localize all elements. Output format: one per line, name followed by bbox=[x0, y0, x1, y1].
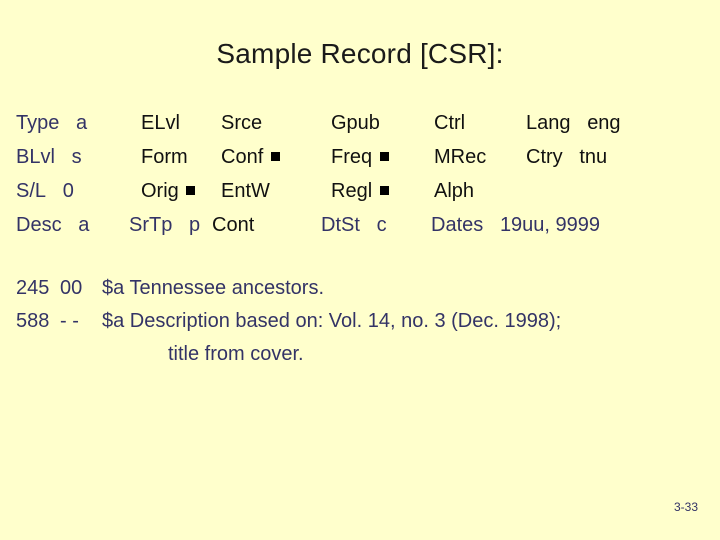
field-label: Desc bbox=[16, 214, 62, 236]
field-value: 19uu, 9999 bbox=[499, 214, 601, 236]
marc-tag: 588 bbox=[16, 310, 50, 332]
field-mrec: MRec bbox=[434, 140, 486, 174]
field-label: Alph bbox=[434, 180, 475, 202]
field-sl: S/L 0 bbox=[16, 174, 74, 208]
fixed-field-row: S/L 0 Orig EntW Regl Alph bbox=[16, 174, 706, 208]
field-label: Dates bbox=[431, 214, 484, 236]
field-label: Freq bbox=[331, 146, 373, 168]
field-desc: Desc a bbox=[16, 208, 89, 242]
blank-value-marker-icon bbox=[379, 186, 389, 195]
field-label: Ctrl bbox=[434, 112, 466, 134]
fixed-field-row: Type a ELvl Srce Gpub Ctrl Lang eng bbox=[16, 106, 706, 140]
marc-line-continuation: title from cover. bbox=[168, 343, 304, 365]
fixed-field-row: Desc a SrTp p Cont DtSt c Dates 19uu, 99… bbox=[16, 208, 706, 242]
field-label: BLvl bbox=[16, 146, 55, 168]
field-label: DtSt bbox=[321, 214, 360, 236]
field-freq: Freq bbox=[331, 140, 389, 174]
field-value: a bbox=[78, 214, 90, 236]
marc-indicators: - - bbox=[60, 310, 79, 332]
field-label: Cont bbox=[212, 214, 255, 236]
marc-line-245: 245 00 $a Tennessee ancestors. bbox=[16, 272, 706, 305]
marc-variable-fields: 245 00 $a Tennessee ancestors. 588 - - $a De… bbox=[16, 272, 706, 371]
marc-tag: 245 bbox=[16, 277, 50, 299]
fixed-field-block: Type a ELvl Srce Gpub Ctrl Lang eng BLvl… bbox=[16, 106, 706, 242]
field-label: SrTp bbox=[129, 214, 173, 236]
field-value: eng bbox=[587, 112, 621, 134]
field-elvl: ELvl bbox=[141, 106, 180, 140]
marc-subfield-text: $a Description based on: Vol. 14, no. 3 … bbox=[102, 310, 562, 332]
field-srtp: SrTp p bbox=[129, 208, 200, 242]
field-label: Regl bbox=[331, 180, 373, 202]
field-label: ELvl bbox=[141, 112, 180, 134]
field-orig: Orig bbox=[141, 174, 196, 208]
field-label: S/L bbox=[16, 180, 47, 202]
field-entw: EntW bbox=[221, 174, 270, 208]
field-ctrl: Ctrl bbox=[434, 106, 465, 140]
field-value: c bbox=[376, 214, 387, 236]
field-label: Ctry bbox=[526, 146, 563, 168]
field-value: s bbox=[71, 146, 82, 168]
field-value: tnu bbox=[579, 146, 608, 168]
field-type: Type a bbox=[16, 106, 87, 140]
field-cont: Cont bbox=[212, 208, 254, 242]
field-label: Conf bbox=[221, 146, 264, 168]
field-lang: Lang eng bbox=[526, 106, 621, 140]
fixed-field-row: BLvl s Form Conf Freq MRec Ctry tnu bbox=[16, 140, 706, 174]
marc-line-588: 588 - - $a Description based on: Vol. 14, … bbox=[16, 305, 706, 338]
field-label: Form bbox=[141, 146, 188, 168]
field-label: Srce bbox=[221, 112, 263, 134]
field-value: a bbox=[76, 112, 88, 134]
field-label: Gpub bbox=[331, 112, 380, 134]
field-label: MRec bbox=[434, 146, 487, 168]
field-label: Lang bbox=[526, 112, 571, 134]
marc-indicators: 00 bbox=[60, 277, 83, 299]
field-label: Type bbox=[16, 112, 60, 134]
marc-subfield-text: $a Tennessee ancestors. bbox=[102, 277, 325, 299]
field-form: Form bbox=[141, 140, 188, 174]
slide: Sample Record [CSR]: Type a ELvl Srce Gp… bbox=[0, 0, 720, 540]
blank-value-marker-icon bbox=[270, 152, 280, 161]
field-blvl: BLvl s bbox=[16, 140, 82, 174]
field-gpub: Gpub bbox=[331, 106, 380, 140]
page-number: 3-33 bbox=[673, 500, 698, 514]
field-dates: Dates 19uu, 9999 bbox=[431, 208, 600, 242]
page-title: Sample Record [CSR]: bbox=[216, 38, 504, 69]
field-value: 0 bbox=[62, 180, 74, 202]
field-dtst: DtSt c bbox=[321, 208, 387, 242]
field-label: Orig bbox=[141, 180, 179, 202]
field-value: p bbox=[189, 214, 201, 236]
field-alph: Alph bbox=[434, 174, 474, 208]
field-ctry: Ctry tnu bbox=[526, 140, 607, 174]
field-regl: Regl bbox=[331, 174, 389, 208]
field-conf: Conf bbox=[221, 140, 280, 174]
field-label: EntW bbox=[221, 180, 270, 202]
field-srce: Srce bbox=[221, 106, 262, 140]
blank-value-marker-icon bbox=[186, 186, 196, 195]
blank-value-marker-icon bbox=[379, 152, 389, 161]
